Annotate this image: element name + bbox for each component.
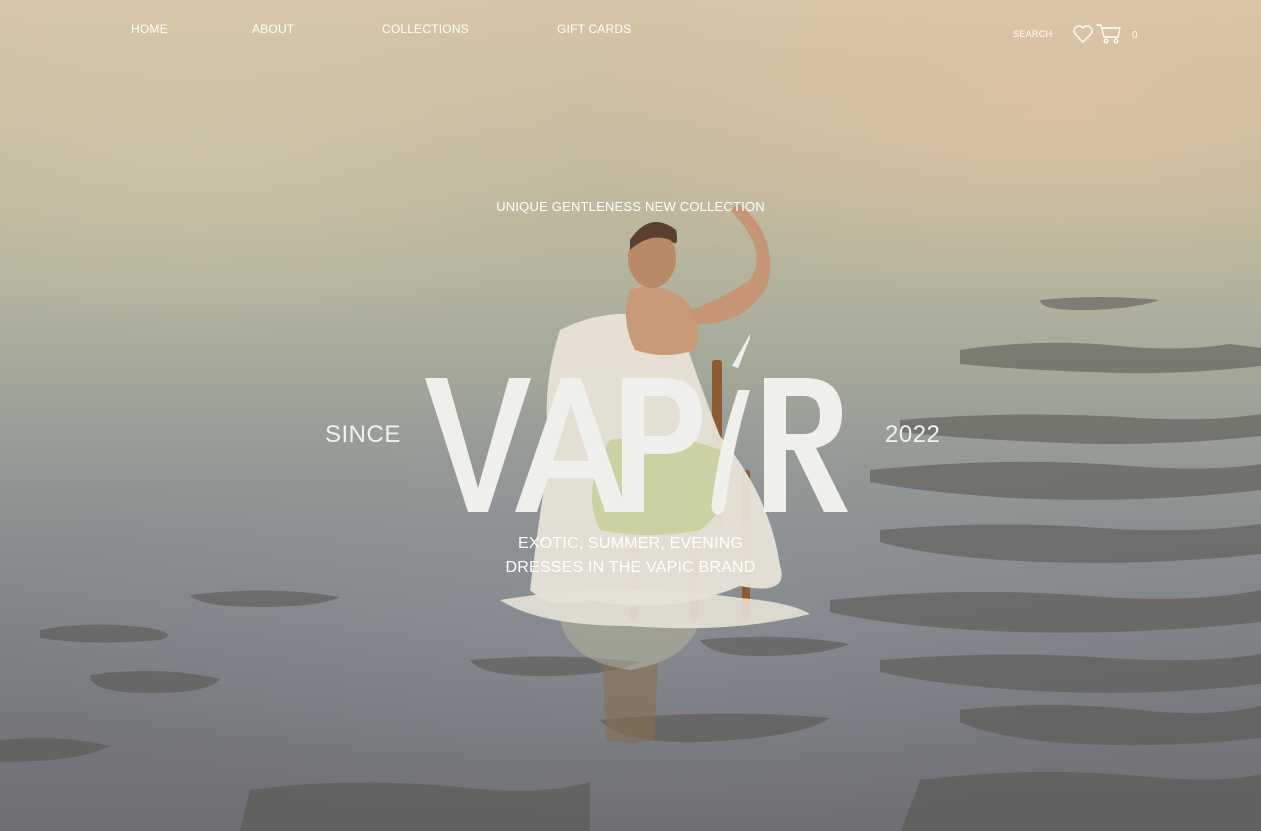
search-link[interactable]: SEARCH (1013, 29, 1052, 39)
brand-logo (420, 330, 850, 520)
cart-icon[interactable] (1096, 23, 1122, 50)
since-label: SINCE (325, 421, 401, 448)
heart-icon[interactable] (1072, 24, 1094, 49)
nav-home-link[interactable]: HOME (131, 22, 168, 36)
hero-tagline: EXOTIC, SUMMER, EVENING DRESSES IN THE V… (0, 532, 1261, 580)
tagline-line-2: DRESSES IN THE VAPIC BRAND (505, 559, 756, 576)
tagline-line-1: EXOTIC, SUMMER, EVENING (517, 535, 744, 552)
nav-collections-link[interactable]: COLLECTIONS (382, 22, 469, 36)
hero-section: HOME ABOUT COLLECTIONS GIFT CARDS SEARCH… (0, 0, 1261, 831)
since-year: 2022 (885, 421, 941, 448)
cart-count-badge: 0 (1132, 30, 1138, 41)
nav-about-link[interactable]: ABOUT (252, 22, 294, 36)
collection-kicker: UNIQUE GENTLENESS NEW COLLECTION (496, 199, 765, 214)
nav-gift-cards-link[interactable]: GIFT CARDS (557, 22, 631, 36)
